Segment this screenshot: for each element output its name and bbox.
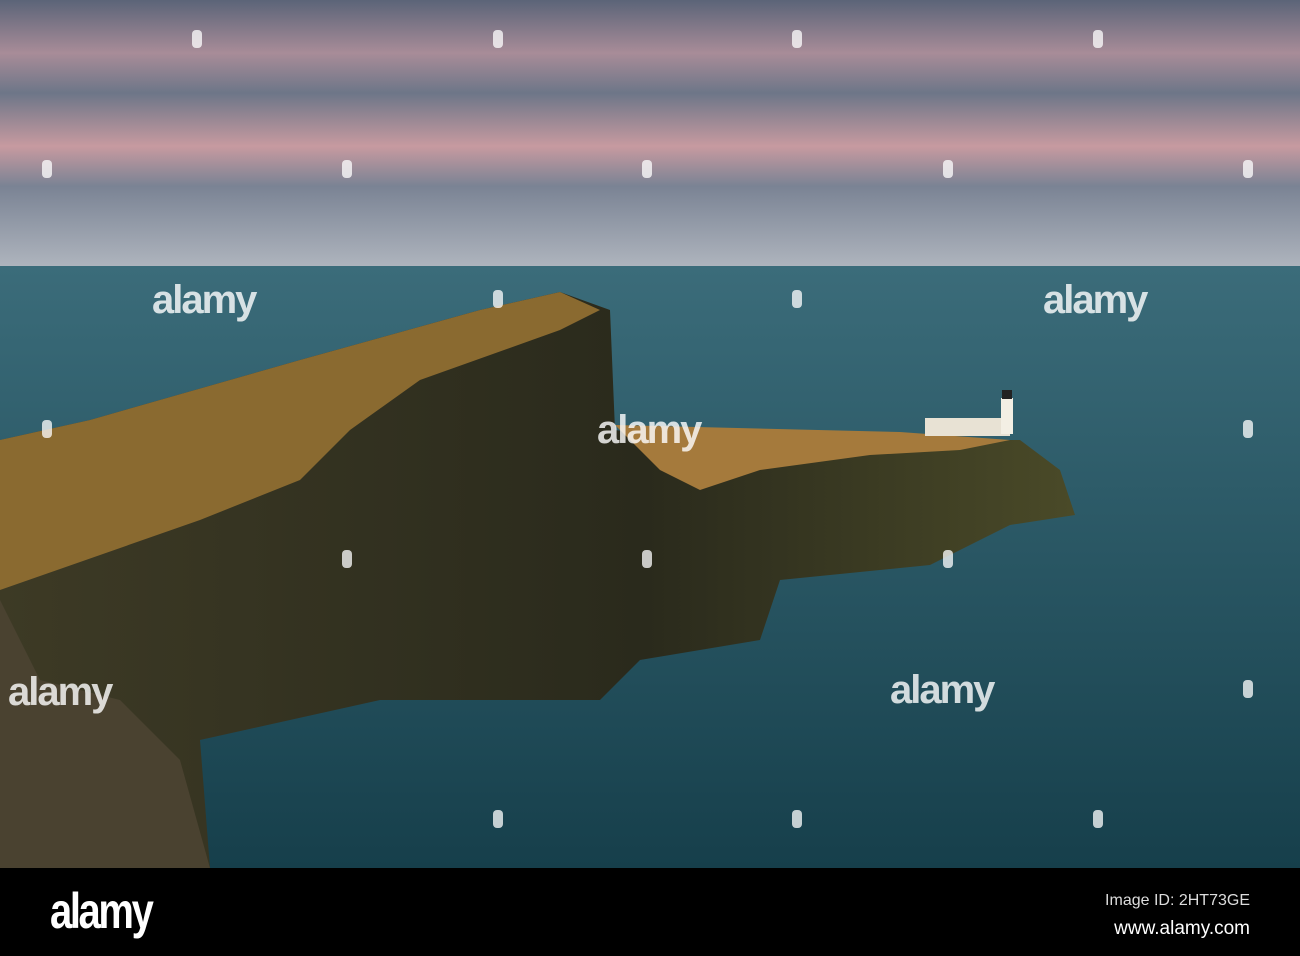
- watermark-dot: [1093, 810, 1103, 828]
- watermark-logo: alamy: [8, 670, 113, 714]
- watermark-dot: [342, 550, 352, 568]
- watermark-dot: [42, 420, 52, 438]
- watermark-dot: [42, 160, 52, 178]
- watermark-dot: [792, 30, 802, 48]
- watermark-dot: [792, 290, 802, 308]
- watermark-dot: [943, 550, 953, 568]
- watermark-dot: [943, 160, 953, 178]
- watermark-dot: [1093, 30, 1103, 48]
- watermark-dot: [493, 810, 503, 828]
- watermark-dot: [493, 30, 503, 48]
- watermark-dot: [642, 550, 652, 568]
- watermark-dot: [1243, 160, 1253, 178]
- site-url: www.alamy.com: [1114, 918, 1250, 939]
- alamy-logo: alamy: [50, 883, 154, 939]
- watermark-dot: [1243, 680, 1253, 698]
- watermark-logo: alamy: [1043, 278, 1148, 322]
- stock-photo-page: alamy alamy alamy alamy alamy alamy Imag…: [0, 0, 1300, 956]
- watermark-logo: alamy: [890, 668, 995, 712]
- watermark-logo: alamy: [597, 408, 702, 452]
- watermark-dot: [192, 30, 202, 48]
- footer-bar: alamy Image ID: 2HT73GE www.alamy.com: [0, 868, 1300, 956]
- watermark-dot: [1243, 420, 1253, 438]
- image-id: Image ID: 2HT73GE: [1105, 892, 1250, 909]
- watermark-dot: [493, 290, 503, 308]
- watermark-dot: [792, 810, 802, 828]
- watermark-dot: [342, 160, 352, 178]
- watermark-dot: [642, 160, 652, 178]
- watermark-logo: alamy: [152, 278, 257, 322]
